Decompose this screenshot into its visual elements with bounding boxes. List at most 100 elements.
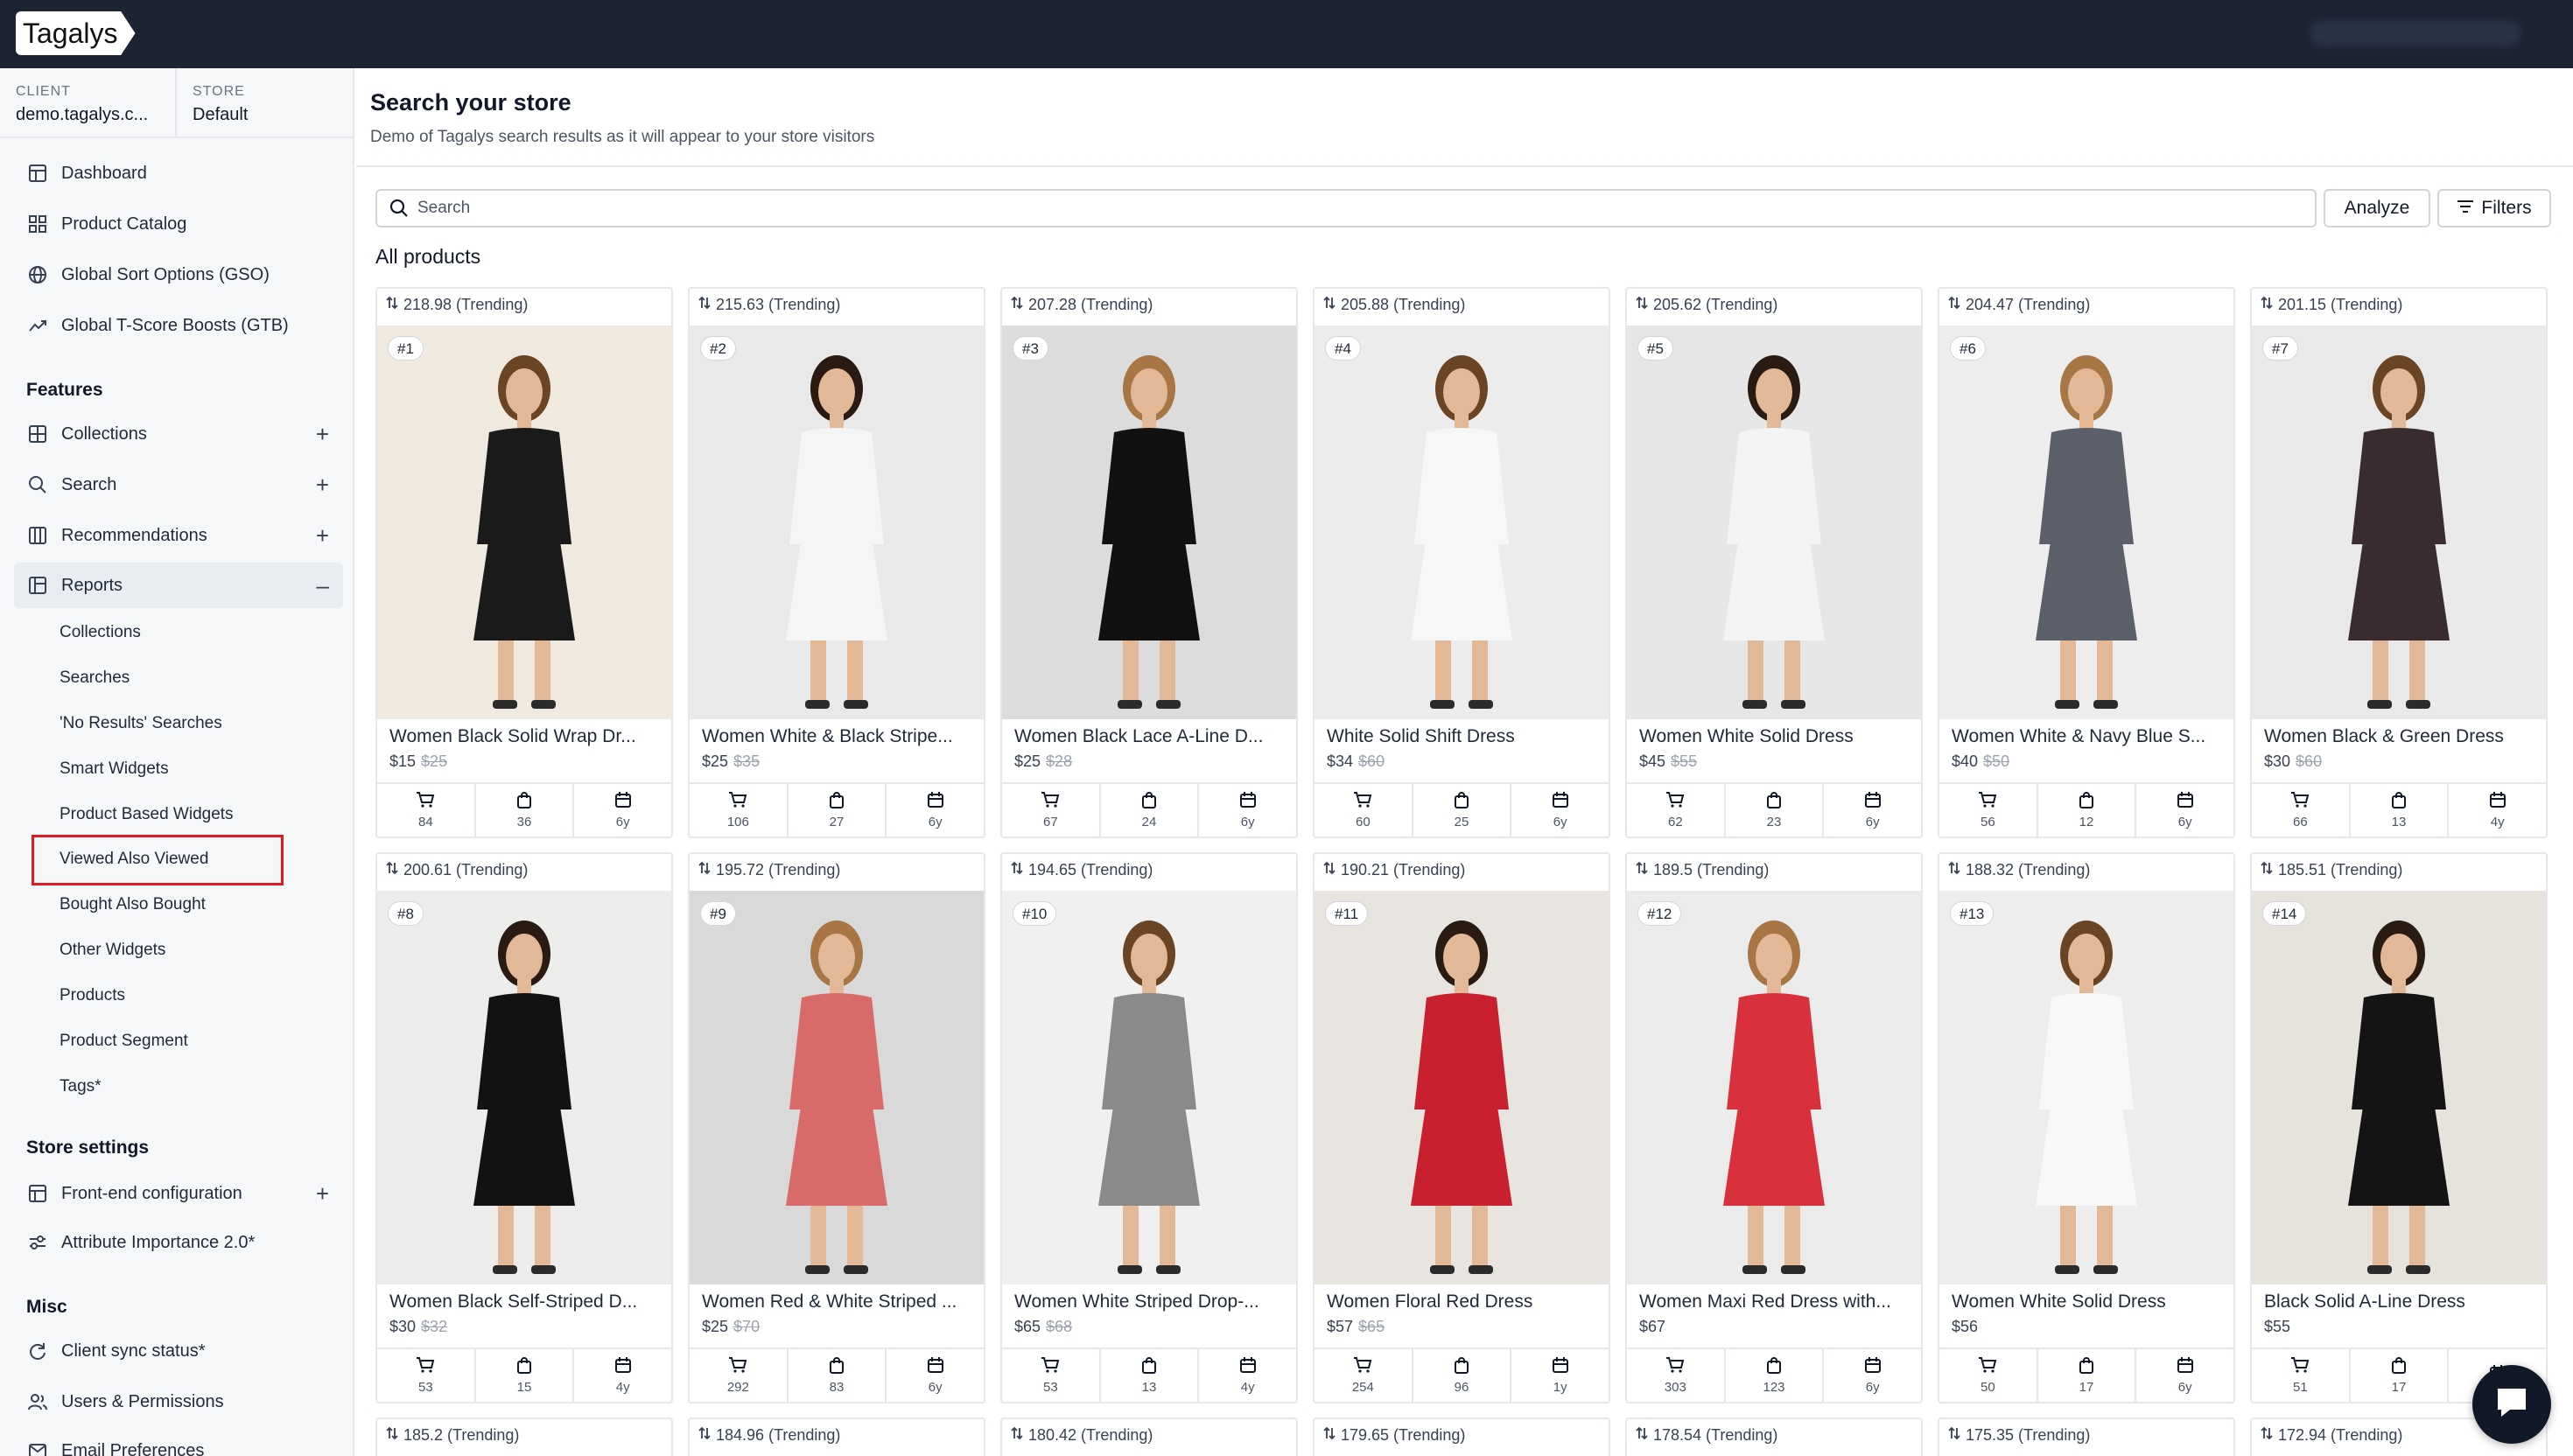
- product-stats: 56 12 6y: [1939, 782, 2233, 836]
- reports-collections[interactable]: Collections: [60, 623, 141, 642]
- product-card[interactable]: 184.96 (Trending): [688, 1418, 985, 1456]
- collapse-minus-icon[interactable]: –: [317, 572, 329, 599]
- product-image[interactable]: #12: [1627, 891, 1921, 1284]
- product-image[interactable]: #11: [1315, 891, 1609, 1284]
- product-image[interactable]: #3: [1002, 326, 1296, 719]
- original-price: $68: [1046, 1318, 1073, 1335]
- product-name[interactable]: Women White Solid Dress: [1952, 1292, 2223, 1312]
- product-name[interactable]: Women White & Navy Blue S...: [1952, 726, 2223, 747]
- product-image[interactable]: #7: [2252, 326, 2546, 719]
- original-price: $28: [1046, 752, 1073, 770]
- product-card[interactable]: 215.63 (Trending) #2 Women White & Black S…: [688, 287, 985, 838]
- product-card[interactable]: 218.98 (Trending) #1 Women Black Solid Wra…: [375, 287, 673, 838]
- reports-other-widgets[interactable]: Other Widgets: [60, 941, 165, 960]
- expand-plus-icon[interactable]: +: [316, 421, 329, 448]
- analyze-button[interactable]: Analyze: [2324, 189, 2430, 228]
- store-selector[interactable]: STORE Default: [193, 84, 248, 125]
- product-image[interactable]: #9: [690, 891, 984, 1284]
- nav-users-permissions[interactable]: Users & Permissions: [14, 1379, 343, 1424]
- client-selector[interactable]: CLIENT demo.tagalys.c...: [16, 84, 148, 125]
- product-name[interactable]: Women Floral Red Dress: [1327, 1292, 1598, 1312]
- nav-email-preferences[interactable]: Email Preferences: [14, 1428, 343, 1456]
- reports-tags[interactable]: Tags*: [60, 1077, 102, 1096]
- bag-icon: [516, 791, 532, 815]
- product-score: 178.54 (Trending): [1636, 1426, 1777, 1445]
- expand-plus-icon[interactable]: +: [316, 1180, 329, 1208]
- reports-smart-widgets[interactable]: Smart Widgets: [60, 760, 169, 779]
- nav-attribute-importance[interactable]: Attribute Importance 2.0*: [14, 1220, 343, 1265]
- product-name[interactable]: Women Maxi Red Dress with...: [1639, 1292, 1910, 1312]
- nav-recommendations[interactable]: Recommendations +: [14, 513, 343, 558]
- nav-frontend-configuration[interactable]: Front-end configuration +: [14, 1171, 343, 1216]
- current-price: $67: [1639, 1318, 1666, 1335]
- product-card[interactable]: 180.42 (Trending): [1000, 1418, 1298, 1456]
- reports-bought-also-bought[interactable]: Bought Also Bought: [60, 895, 206, 914]
- product-name[interactable]: White Solid Shift Dress: [1327, 726, 1598, 747]
- product-name[interactable]: Women Black Solid Wrap Dr...: [389, 726, 661, 747]
- product-image[interactable]: #8: [377, 891, 671, 1284]
- search-bar[interactable]: [375, 189, 2317, 228]
- product-name[interactable]: Women White & Black Stripe...: [702, 726, 973, 747]
- nav-client-sync-status[interactable]: Client sync status*: [14, 1328, 343, 1374]
- product-card[interactable]: 178.54 (Trending): [1625, 1418, 1923, 1456]
- chat-button[interactable]: [2472, 1365, 2551, 1444]
- product-card[interactable]: 195.72 (Trending) #9 Women Red & White Str…: [688, 852, 985, 1404]
- reports-product-segment[interactable]: Product Segment: [60, 1032, 188, 1051]
- product-card[interactable]: 200.61 (Trending) #8 Women Black Self-Stri…: [375, 852, 673, 1404]
- product-card[interactable]: 194.65 (Trending) #10 Women White Striped …: [1000, 852, 1298, 1404]
- nav-gso[interactable]: Global Sort Options (GSO): [14, 252, 343, 298]
- bag-icon: [1766, 1356, 1782, 1380]
- product-image[interactable]: #2: [690, 326, 984, 719]
- product-image[interactable]: #13: [1939, 891, 2233, 1284]
- product-image[interactable]: #1: [377, 326, 671, 719]
- rank-badge: #3: [1013, 336, 1048, 360]
- tagalys-logo[interactable]: Tagalys: [16, 11, 136, 55]
- nav-product-catalog[interactable]: Product Catalog: [14, 201, 343, 247]
- calendar-icon: [1864, 1356, 1882, 1380]
- product-age: 4y: [615, 1380, 630, 1395]
- product-name[interactable]: Black Solid A-Line Dress: [2264, 1292, 2535, 1312]
- product-name[interactable]: Women Red & White Striped ...: [702, 1292, 973, 1312]
- reports-searches[interactable]: Searches: [60, 668, 130, 688]
- product-card[interactable]: 201.15 (Trending) #7 Women Black & Green D…: [2250, 287, 2548, 838]
- reports-products[interactable]: Products: [60, 986, 125, 1005]
- product-card[interactable]: 190.21 (Trending) #11 Women Floral Red Dre…: [1313, 852, 1610, 1404]
- product-image[interactable]: #14: [2252, 891, 2546, 1284]
- product-card[interactable]: 175.35 (Trending): [1938, 1418, 2235, 1456]
- product-card[interactable]: 185.51 (Trending) #14 Black Solid A-Line D…: [2250, 852, 2548, 1404]
- product-card[interactable]: 185.2 (Trending): [375, 1418, 673, 1456]
- product-card[interactable]: 207.28 (Trending) #3 Women Black Lace A-Li…: [1000, 287, 1298, 838]
- product-card[interactable]: 188.32 (Trending) #13 Women White Solid Dr…: [1938, 852, 2235, 1404]
- product-name[interactable]: Women White Solid Dress: [1639, 726, 1910, 747]
- age-stat: 6y: [2136, 1349, 2233, 1402]
- product-card[interactable]: 189.5 (Trending) #12 Women Maxi Red Dress …: [1625, 852, 1923, 1404]
- reports-product-based-widgets[interactable]: Product Based Widgets: [60, 805, 234, 824]
- nav-collections[interactable]: Collections +: [14, 411, 343, 457]
- product-card[interactable]: 205.88 (Trending) #4 White Solid Shift Dre…: [1313, 287, 1610, 838]
- top-bar: Tagalys: [0, 0, 2573, 68]
- product-name[interactable]: Women Black & Green Dress: [2264, 726, 2535, 747]
- user-account-menu[interactable]: [2310, 21, 2520, 46]
- product-image[interactable]: #6: [1939, 326, 2233, 719]
- product-name[interactable]: Women Black Self-Striped D...: [389, 1292, 661, 1312]
- nav-reports[interactable]: Reports –: [14, 563, 343, 608]
- reports-no-results-searches[interactable]: 'No Results' Searches: [60, 714, 222, 733]
- product-image[interactable]: #4: [1315, 326, 1609, 719]
- filters-button[interactable]: Filters: [2437, 189, 2551, 228]
- nav-dashboard[interactable]: Dashboard: [14, 150, 343, 196]
- product-image[interactable]: #5: [1627, 326, 1921, 719]
- nav-gtb[interactable]: Global T-Score Boosts (GTB): [14, 303, 343, 348]
- product-name[interactable]: Women White Striped Drop-...: [1014, 1292, 1286, 1312]
- product-card[interactable]: 204.47 (Trending) #6 Women White & Navy Bl…: [1938, 287, 2235, 838]
- product-name[interactable]: Women Black Lace A-Line D...: [1014, 726, 1286, 747]
- nav-search[interactable]: Search +: [14, 462, 343, 508]
- expand-plus-icon[interactable]: +: [316, 472, 329, 499]
- purchase-count: 13: [2391, 815, 2407, 830]
- product-image[interactable]: #10: [1002, 891, 1296, 1284]
- calendar-icon: [1239, 791, 1257, 815]
- bag-icon: [516, 1356, 532, 1380]
- product-card[interactable]: 205.62 (Trending) #5 Women White Solid Dre…: [1625, 287, 1923, 838]
- search-input[interactable]: [417, 199, 2168, 218]
- product-card[interactable]: 179.65 (Trending): [1313, 1418, 1610, 1456]
- expand-plus-icon[interactable]: +: [316, 522, 329, 550]
